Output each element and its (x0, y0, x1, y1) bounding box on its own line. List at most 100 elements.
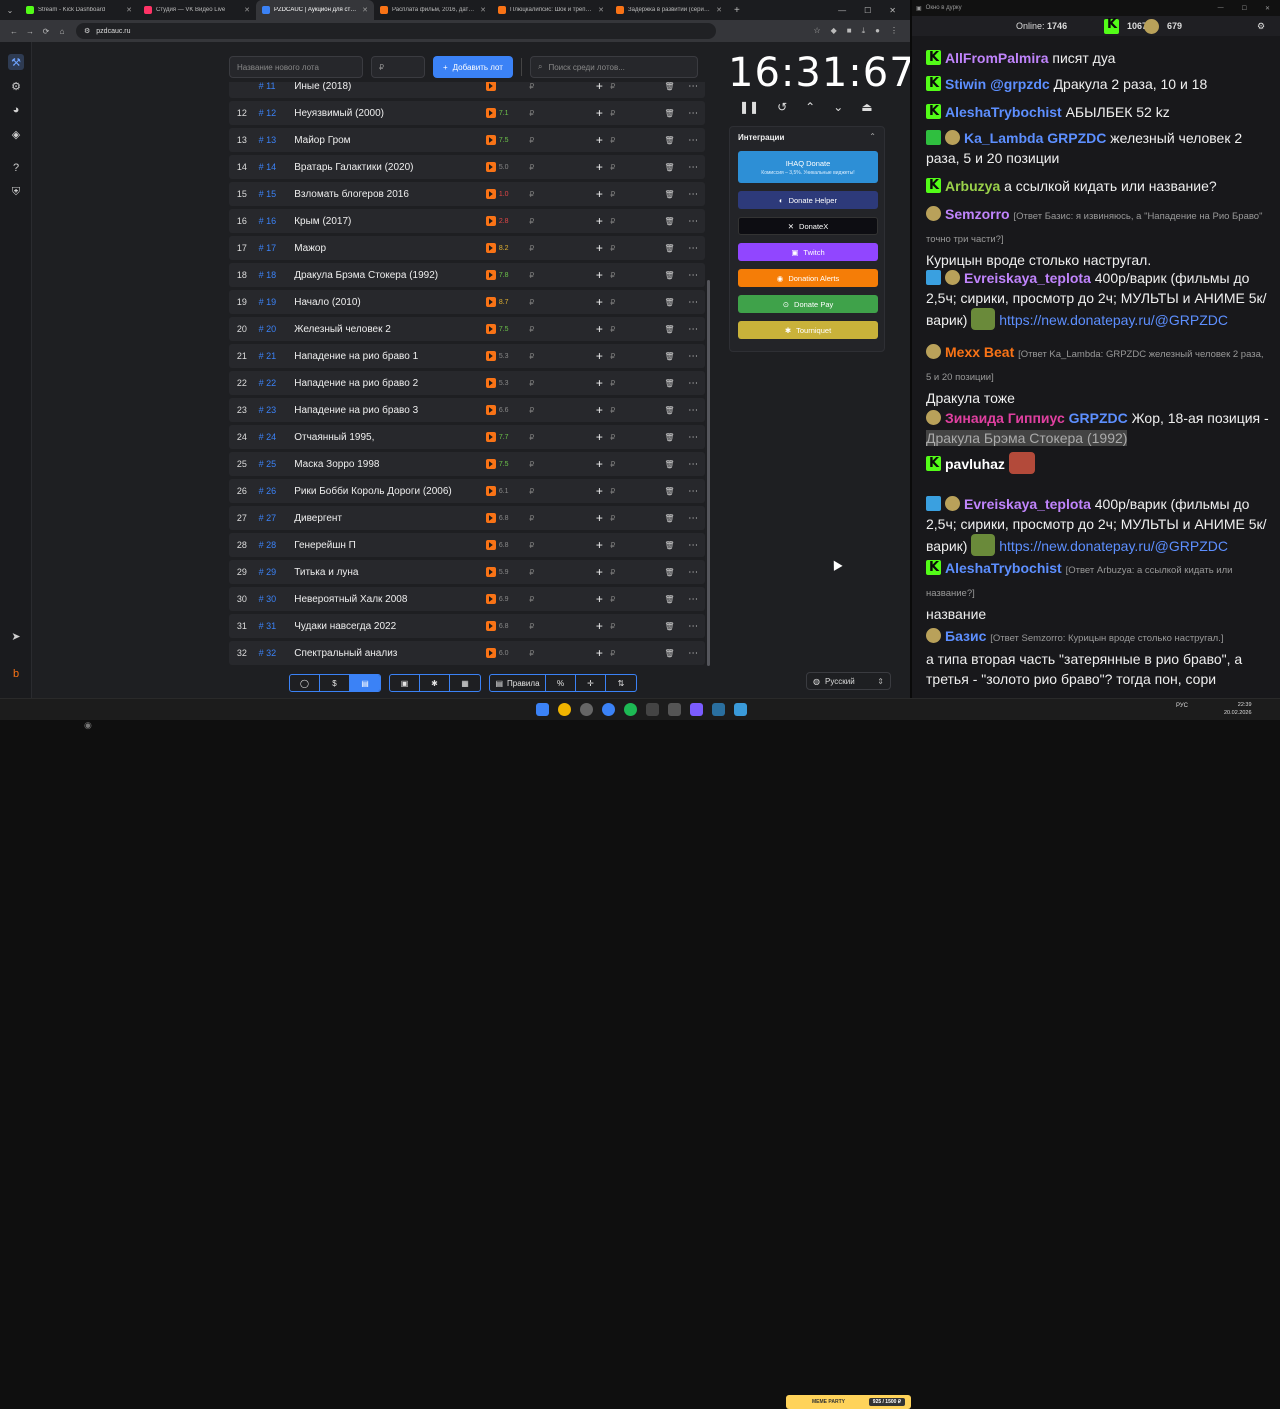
more-icon[interactable]: ⋯ (681, 513, 705, 524)
bug-icon[interactable]: ✱ (420, 675, 450, 691)
lot-name[interactable]: Нападение на рио браво 1 (294, 351, 482, 362)
chat-username[interactable]: AleshaTrybochist (945, 560, 1062, 576)
lot-name[interactable]: Вратарь Галактики (2020) (294, 162, 482, 173)
gear-icon[interactable]: ⚙ (1257, 21, 1265, 32)
more-icon[interactable]: ⋯ (681, 459, 705, 470)
add-amount-icon[interactable]: + (588, 187, 610, 201)
add-amount-icon[interactable]: + (588, 214, 610, 228)
lot-row[interactable]: 20 # 20 Железный человек 2 7.5 ₽ + ₽ 🗑 ⋯ (229, 317, 705, 341)
add-amount-icon[interactable]: + (588, 538, 610, 552)
more-icon[interactable]: ⋯ (681, 189, 705, 200)
lot-row[interactable]: 16 # 16 Крым (2017) 2.8 ₽ + ₽ 🗑 ⋯ (229, 209, 705, 233)
more-icon[interactable]: ⋯ (681, 324, 705, 335)
chat-username[interactable]: Mexx Beat (945, 344, 1014, 360)
trash-icon[interactable]: 🗑 (658, 271, 682, 280)
lot-name[interactable]: Мажор (294, 243, 482, 254)
browser-tab[interactable]: Расплата фильм, 2016, дата вы...✕ (374, 0, 492, 20)
chat-username[interactable]: pavluhaz (945, 456, 1005, 472)
boosty-icon[interactable]: b (8, 666, 24, 682)
app-icon[interactable] (668, 703, 681, 716)
more-icon[interactable]: ⋯ (681, 540, 705, 551)
integration-button[interactable]: ⊙ Donate Pay (738, 295, 878, 313)
lot-name[interactable]: Дракула Брэма Стокера (1992) (294, 270, 482, 281)
tab-search-icon[interactable]: ⌄ (0, 0, 20, 20)
search-input[interactable]: ⌕ Поиск среди лотов... (529, 56, 698, 78)
lot-row[interactable]: 17 # 17 Мажор 8.2 ₽ + ₽ 🗑 ⋯ (229, 236, 705, 260)
lot-name[interactable]: Отчаянный 1995, (294, 432, 482, 443)
lot-name[interactable]: Невероятный Халк 2008 (294, 594, 482, 605)
add-amount-input[interactable]: ₽ (610, 541, 657, 550)
eye-icon[interactable]: ◉ (84, 720, 92, 731)
app-icon[interactable] (734, 703, 747, 716)
add-amount-icon[interactable]: + (588, 82, 610, 93)
help-icon[interactable]: ? (8, 160, 24, 176)
add-amount-icon[interactable]: + (588, 133, 610, 147)
close-tab-icon[interactable]: ✕ (480, 6, 486, 14)
lot-name[interactable]: Крым (2017) (294, 216, 482, 227)
lot-name[interactable]: Иные (2018) (294, 82, 482, 92)
reload-icon[interactable]: ⟳ (38, 27, 54, 36)
add-amount-input[interactable]: ₽ (610, 82, 657, 91)
auction-icon[interactable]: ⚒ (8, 54, 24, 70)
close-tab-icon[interactable]: ✕ (362, 6, 368, 14)
lot-name[interactable]: Взломать блогеров 2016 (294, 189, 482, 200)
add-amount-icon[interactable]: + (588, 511, 610, 525)
more-icon[interactable]: ⋯ (681, 621, 705, 632)
add-amount-input[interactable]: ₽ (610, 136, 657, 145)
rules-button[interactable]: ▤ Правила (490, 675, 546, 691)
trash-icon[interactable]: 🗑 (658, 595, 682, 604)
new-lot-input[interactable]: Название нового лота (229, 56, 363, 78)
more-icon[interactable]: ⋯ (681, 135, 705, 146)
lot-row[interactable]: 14 # 14 Вратарь Галактики (2020) 5.0 ₽ + ₽ 🗑 ⋯ (229, 155, 705, 179)
lot-row[interactable]: 25 # 25 Маска Зорро 1998 7.5 ₽ + ₽ 🗑 ⋯ (229, 452, 705, 476)
archive-icon[interactable]: ▦ (450, 675, 480, 691)
add-amount-input[interactable]: ₽ (610, 190, 657, 199)
add-amount-input[interactable]: ₽ (610, 109, 657, 118)
chat-username[interactable]: Stiwin (945, 76, 986, 92)
trash-icon[interactable]: 🗑 (658, 325, 682, 334)
more-icon[interactable]: ⋯ (681, 162, 705, 173)
integration-button[interactable]: ✕ DonateX (738, 217, 878, 235)
trash-icon[interactable]: 🗑 (658, 379, 682, 388)
chrome-icon[interactable] (558, 703, 571, 716)
chevron-down-icon[interactable]: ⌄ (833, 100, 843, 114)
home-icon[interactable]: ⌂ (54, 27, 70, 36)
add-amount-input[interactable]: ₽ (610, 514, 657, 523)
trash-icon[interactable]: 🗑 (658, 460, 682, 469)
lot-row[interactable]: 13 # 13 Майор Гром 7.5 ₽ + ₽ 🗑 ⋯ (229, 128, 705, 152)
lot-row[interactable]: # 11 Иные (2018) ₽ + ₽ 🗑 ⋯ (229, 82, 705, 98)
eject-icon[interactable]: ⏏ (861, 100, 872, 114)
add-amount-input[interactable]: ₽ (610, 298, 657, 307)
trash-icon[interactable]: 🗑 (658, 136, 682, 145)
trash-icon[interactable]: 🗑 (658, 541, 682, 550)
meme-party-widget[interactable]: MEME PARTY 925 / 1500 ₽ (786, 1395, 911, 1409)
add-amount-icon[interactable]: + (588, 160, 610, 174)
integration-button[interactable]: ✱ Tourniquet (738, 321, 878, 339)
integration-button[interactable]: ▣ Twitch (738, 243, 878, 261)
minimize-icon[interactable]: — (1218, 5, 1224, 12)
lot-name[interactable]: Рики Бобби Король Дороги (2006) (294, 486, 482, 497)
lot-row[interactable]: 19 # 19 Начало (2010) 8.7 ₽ + ₽ 🗑 ⋯ (229, 290, 705, 314)
chat-username[interactable]: Arbuzya (945, 178, 1000, 194)
trash-icon[interactable]: 🗑 (658, 298, 682, 307)
lot-row[interactable]: 29 # 29 Титька и луна 5.9 ₽ + ₽ 🗑 ⋯ (229, 560, 705, 584)
add-amount-icon[interactable]: + (588, 646, 610, 660)
dollar-icon[interactable]: $ (320, 675, 350, 691)
save-icon[interactable]: ▣ (390, 675, 420, 691)
add-amount-icon[interactable]: + (588, 430, 610, 444)
more-icon[interactable]: ⋯ (681, 405, 705, 416)
split-icon[interactable]: ✛ (576, 675, 606, 691)
profile-icon[interactable]: ● (875, 26, 880, 36)
more-icon[interactable]: ⋯ (681, 567, 705, 578)
lot-row[interactable]: 21 # 21 Нападение на рио браво 1 5.3 ₽ + ₽ 🗑 ⋯ (229, 344, 705, 368)
menu-icon[interactable]: ⋮ (890, 26, 898, 36)
trash-icon[interactable]: 🗑 (658, 190, 682, 199)
trash-icon[interactable]: 🗑 (658, 406, 682, 415)
add-amount-input[interactable]: ₽ (610, 352, 657, 361)
trash-icon[interactable]: 🗑 (658, 487, 682, 496)
lot-name[interactable]: Спектральный анализ (294, 648, 482, 659)
back-icon[interactable]: ← (6, 27, 22, 36)
more-icon[interactable]: ⋯ (681, 270, 705, 281)
bookmark-icon[interactable]: ☆ (813, 26, 820, 36)
reset-icon[interactable]: ↺ (777, 100, 787, 114)
